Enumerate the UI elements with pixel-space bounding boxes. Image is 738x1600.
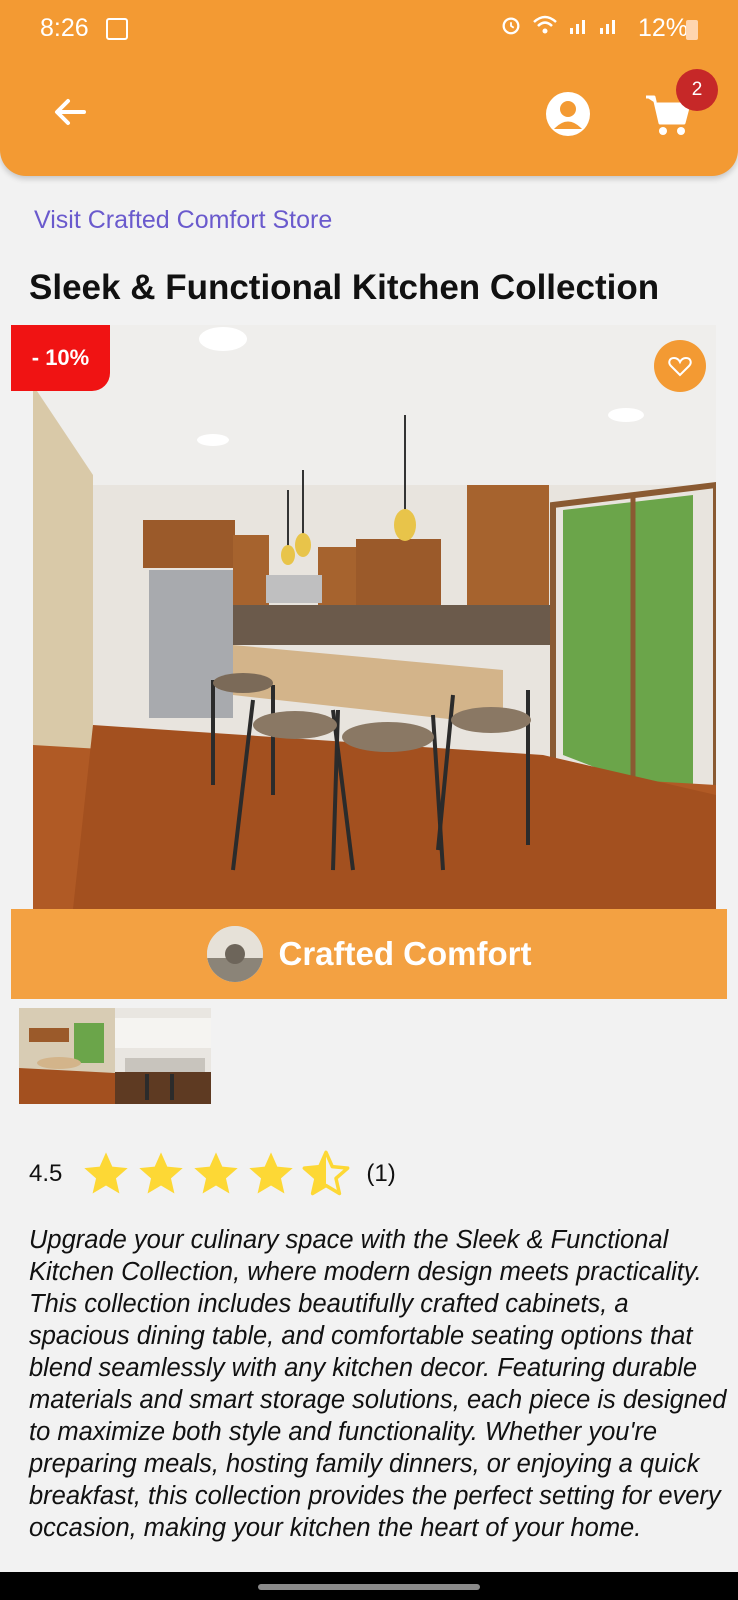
seller-banner[interactable]: Crafted Comfort [11,909,727,999]
rating-stars [80,1148,352,1200]
visit-store-link[interactable]: Visit Crafted Comfort Store [34,206,332,235]
cart-count-badge: 2 [676,69,718,111]
app-bar: 8:26 12% [0,0,738,176]
favorite-heart-icon[interactable] [654,340,706,392]
home-gesture-handle[interactable] [258,1584,480,1590]
alarm-icon [500,14,522,43]
product-image[interactable] [33,325,716,909]
thumbnail-image[interactable] [19,1008,115,1104]
battery-percent: 12% [637,14,688,42]
product-image-gallery: - 10% Crafted Comfort [11,325,727,999]
status-time: 8:26 [40,14,89,42]
signal-icon [568,14,628,43]
star-icon [139,1152,184,1194]
battery-icon [686,20,698,40]
discount-badge: - 10% [11,325,110,391]
product-description: Upgrade your culinary space with the Sle… [29,1226,727,1542]
rating-count: (1) [366,1160,396,1187]
back-arrow-icon[interactable] [50,92,90,132]
seller-avatar [206,926,263,982]
star-icon [194,1152,239,1194]
seller-name: Crafted Comfort [278,935,532,972]
rating-row: 4.5 (1) [29,1148,396,1200]
status-icons: 12% [500,14,688,43]
wifi-icon [532,14,558,43]
half-star-icon [302,1150,350,1196]
rating-value: 4.5 [29,1160,63,1187]
profile-icon[interactable] [544,90,592,138]
thumbnail-strip [19,1008,211,1104]
star-icon [84,1152,129,1194]
gallery-notification-icon [106,18,128,40]
product-title: Sleek & Functional Kitchen Collection [29,268,660,307]
star-icon [249,1152,294,1194]
thumbnail-image[interactable] [115,1008,211,1104]
